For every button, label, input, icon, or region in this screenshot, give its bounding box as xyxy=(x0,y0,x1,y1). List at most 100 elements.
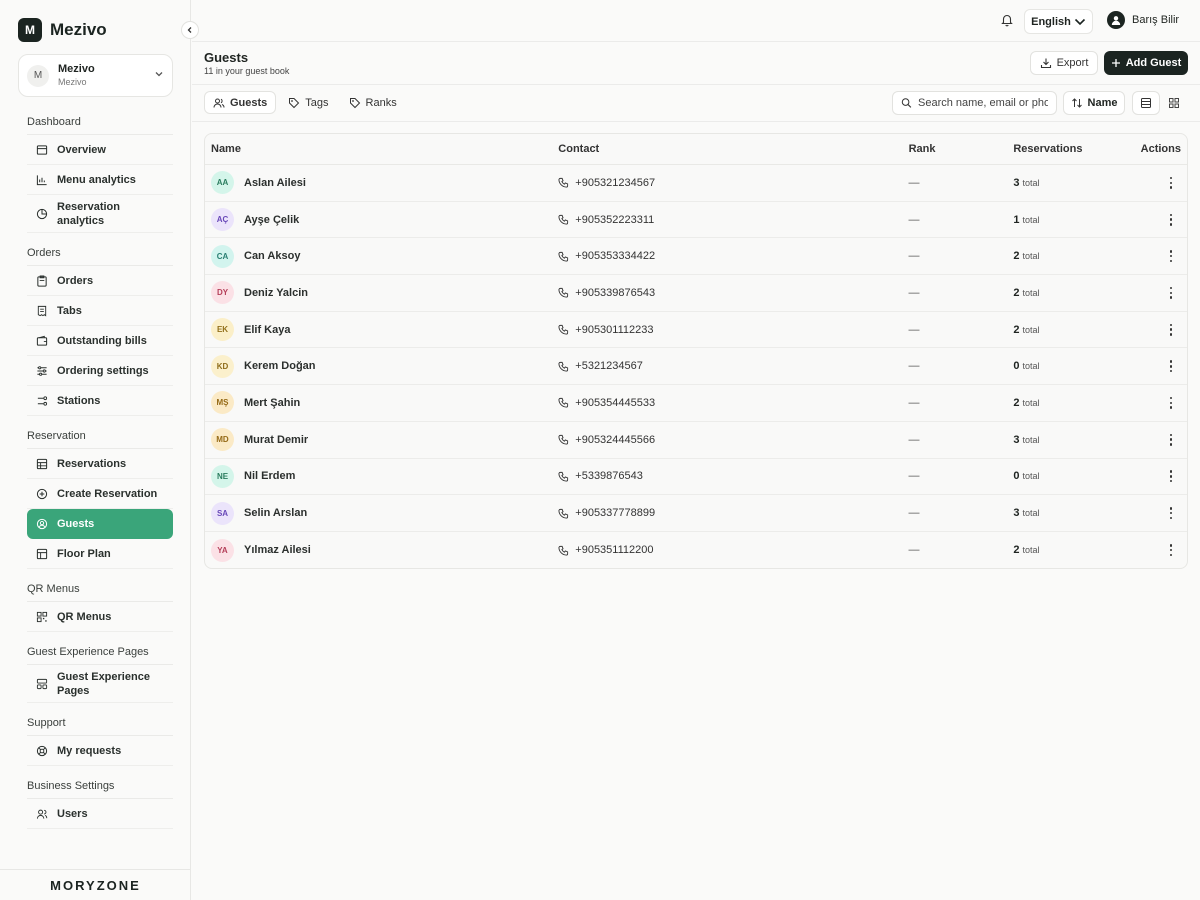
user-menu[interactable]: Barış Bilir xyxy=(1107,11,1179,29)
sidebar-item-orders[interactable]: Orders xyxy=(27,266,173,296)
guest-name[interactable]: Elif Kaya xyxy=(244,324,290,336)
workspace-avatar: M xyxy=(27,64,49,87)
sidebar-item-qr-menus[interactable]: QR Menus xyxy=(27,602,173,632)
reservations-cell: 2 total xyxy=(1013,397,1131,409)
table-row[interactable]: NE Nil Erdem +5339876543 — 0 total xyxy=(205,459,1187,496)
guest-name[interactable]: Yılmaz Ailesi xyxy=(244,544,311,556)
more-actions-icon[interactable] xyxy=(1169,360,1173,373)
grid-view-button[interactable] xyxy=(1162,91,1186,115)
more-actions-icon[interactable] xyxy=(1169,286,1173,299)
sidebar-item-outstanding-bills[interactable]: Outstanding bills xyxy=(27,326,173,356)
toolbar-divider xyxy=(192,121,1200,122)
more-actions-icon[interactable] xyxy=(1169,544,1173,557)
reservations-cell: 3 total xyxy=(1013,177,1131,189)
tab-ranks[interactable]: Ranks xyxy=(341,91,405,114)
export-button[interactable]: Export xyxy=(1030,51,1098,75)
reservation-unit: total xyxy=(1022,287,1040,298)
nav-gap xyxy=(27,416,173,424)
table-row[interactable]: AÇ Ayşe Çelik +905352223311 — 1 total xyxy=(205,202,1187,239)
sidebar-item-ordering-settings[interactable]: Ordering settings xyxy=(27,356,173,386)
nav-section-title: Dashboard xyxy=(27,110,173,135)
table-row[interactable]: MŞ Mert Şahin +905354445533 — 2 total xyxy=(205,385,1187,422)
tabs: Guests Tags Ranks xyxy=(204,91,405,114)
table-row[interactable]: SA Selin Arslan +905337778899 — 3 total xyxy=(205,495,1187,532)
rank-cell: — xyxy=(908,286,920,299)
add-guest-button[interactable]: Add Guest xyxy=(1104,51,1188,75)
sidebar-item-overview[interactable]: Overview xyxy=(27,135,173,165)
tab-tags[interactable]: Tags xyxy=(280,91,336,114)
sidebar-item-label: Stations xyxy=(57,394,101,407)
phone-number: +5321234567 xyxy=(575,360,643,373)
guest-name[interactable]: Selin Arslan xyxy=(244,507,307,519)
guest-name[interactable]: Nil Erdem xyxy=(244,470,295,482)
column-header-name[interactable]: Name xyxy=(205,143,558,155)
table-row[interactable]: CA Can Aksoy +905353334422 — 2 total xyxy=(205,238,1187,276)
table-row[interactable]: KD Kerem Doğan +5321234567 — 0 total xyxy=(205,348,1187,386)
actions-cell xyxy=(1131,507,1187,520)
language-select[interactable]: English xyxy=(1024,9,1093,34)
more-actions-icon[interactable] xyxy=(1169,323,1173,336)
actions-cell xyxy=(1131,360,1187,373)
sidebar-item-create-reservation[interactable]: Create Reservation xyxy=(27,479,173,509)
sidebar-item-guests[interactable]: Guests xyxy=(27,509,173,539)
brand-logo: M xyxy=(18,18,42,42)
actions-cell xyxy=(1131,213,1187,226)
more-actions-icon[interactable] xyxy=(1169,507,1173,520)
table-row[interactable]: MD Murat Demir +905324445566 — 3 total xyxy=(205,422,1187,459)
overview-icon xyxy=(35,143,48,156)
guest-name[interactable]: Can Aksoy xyxy=(244,250,300,262)
table-row[interactable]: AA Aslan Ailesi +905321234567 — 3 total xyxy=(205,165,1187,202)
search-input[interactable] xyxy=(918,97,1048,109)
tab-guests[interactable]: Guests xyxy=(204,91,277,114)
bell-icon[interactable] xyxy=(1000,13,1014,27)
contact-cell: +905301112233 xyxy=(558,324,908,336)
brand[interactable]: M Mezivo xyxy=(18,18,107,42)
more-actions-icon[interactable] xyxy=(1169,433,1173,446)
guest-name-cell: YA Yılmaz Ailesi xyxy=(205,538,558,562)
more-actions-icon[interactable] xyxy=(1169,470,1173,483)
sidebar-item-floor-plan[interactable]: Floor Plan xyxy=(27,539,173,569)
table-row[interactable]: EK Elif Kaya +905301112233 — 2 total xyxy=(205,312,1187,349)
phone-number: +905339876543 xyxy=(575,286,656,299)
more-actions-icon[interactable] xyxy=(1169,176,1173,189)
guest-name-cell: DY Deniz Yalcin xyxy=(205,281,558,305)
guest-name[interactable]: Murat Demir xyxy=(244,434,308,446)
more-actions-icon[interactable] xyxy=(1169,250,1173,263)
sidebar-item-stations[interactable]: Stations xyxy=(27,386,173,416)
reservation-unit: total xyxy=(1022,177,1040,188)
sidebar-item-tabs[interactable]: Tabs xyxy=(27,296,173,326)
reservations-cell: 0 total xyxy=(1013,470,1131,482)
phone-icon xyxy=(558,435,569,445)
table-row[interactable]: DY Deniz Yalcin +905339876543 — 2 total xyxy=(205,275,1187,312)
reservation-count: 3 xyxy=(1013,507,1023,520)
reservations-cell: 1 total xyxy=(1013,214,1131,226)
list-view-button[interactable] xyxy=(1132,91,1160,115)
sort-button[interactable]: Name xyxy=(1063,91,1125,115)
sidebar-item-my-requests[interactable]: My requests xyxy=(27,736,173,766)
table-icon xyxy=(35,457,48,470)
guest-name[interactable]: Mert Şahin xyxy=(244,397,300,409)
guest-name[interactable]: Kerem Doğan xyxy=(244,360,316,372)
header-divider xyxy=(192,84,1200,85)
sidebar-item-reservations[interactable]: Reservations xyxy=(27,449,173,479)
reservations-cell: 2 total xyxy=(1013,544,1131,556)
guest-name[interactable]: Ayşe Çelik xyxy=(244,214,299,226)
sidebar-item-menu-analytics[interactable]: Menu analytics xyxy=(27,165,173,195)
collapse-sidebar-button[interactable] xyxy=(181,21,199,39)
guest-name[interactable]: Deniz Yalcin xyxy=(244,287,308,299)
sidebar-item-users[interactable]: Users xyxy=(27,799,173,829)
sidebar-item-guest-experience-pages[interactable]: Guest Experience Pages xyxy=(27,665,173,703)
guest-name[interactable]: Aslan Ailesi xyxy=(244,177,306,189)
contact-cell: +905337778899 xyxy=(558,507,908,519)
more-actions-icon[interactable] xyxy=(1169,396,1173,409)
phone-number: +905324445566 xyxy=(575,433,656,446)
reservation-count: 2 xyxy=(1013,544,1023,557)
sidebar-item-label: Outstanding bills xyxy=(57,334,147,347)
sidebar-item-reservation-analytics[interactable]: Reservation analytics xyxy=(27,195,173,233)
workspace-switcher[interactable]: M Mezivo Mezivo xyxy=(18,54,173,97)
rank-cell: — xyxy=(908,176,920,189)
more-actions-icon[interactable] xyxy=(1169,213,1173,226)
column-header-contact: Contact xyxy=(558,143,600,155)
table-row[interactable]: YA Yılmaz Ailesi +905351112200 — 2 total xyxy=(205,532,1187,568)
sort-label: Name xyxy=(1087,97,1118,109)
